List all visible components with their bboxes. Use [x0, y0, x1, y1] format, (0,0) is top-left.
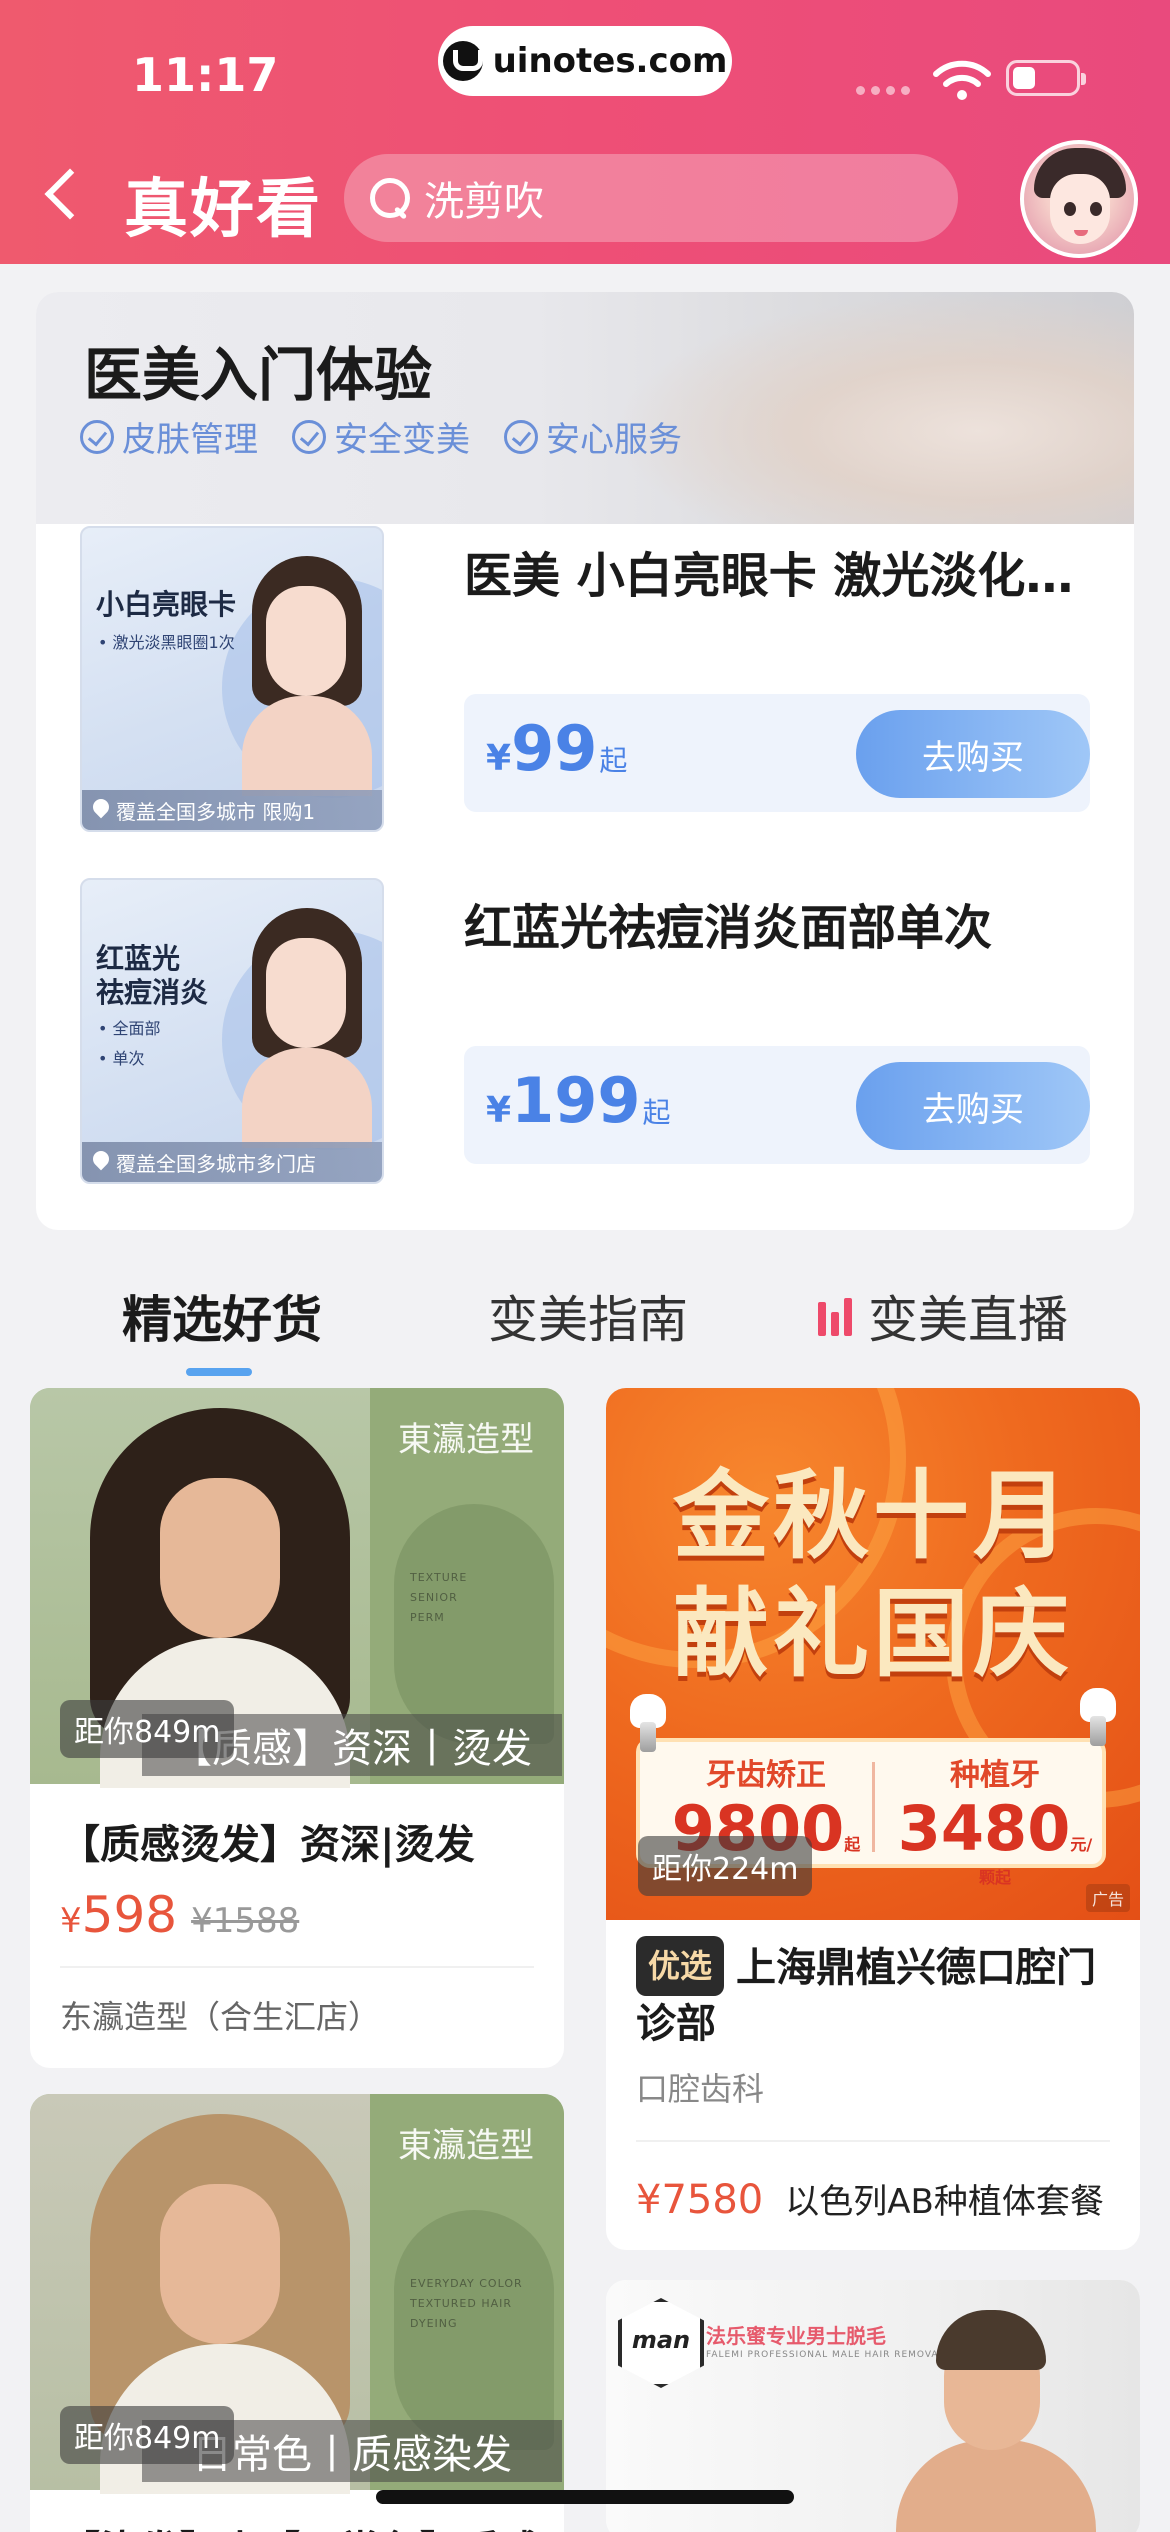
promo-image: 金秋十月 献礼国庆 牙齿矫正 9800起 种植牙 3480元/颗起 距你224m… [606, 1388, 1140, 1920]
divider [636, 2140, 1110, 2142]
card-title: 【质感烫发】资深|烫发 [60, 1822, 475, 1868]
distance-badge: 距你849m [60, 2406, 235, 2464]
check-circle-icon [292, 419, 326, 454]
entry-tags: 皮肤管理 安全变美 安心服务 [80, 412, 682, 461]
card-photo: 東瀛造型 EVERYDAY COLOR TEXTURED HAIR DYEING… [30, 2094, 564, 2494]
implant-tooth-icon [1076, 1688, 1120, 1748]
tag-reassured-service: 安心服务 [504, 412, 682, 461]
divider [60, 1966, 534, 1968]
thumb-note: • 激光淡黑眼圈1次 [98, 633, 235, 652]
distance-badge: 距你224m [638, 1836, 813, 1896]
product-name: 医美 小白亮眼卡 激光淡化… [464, 548, 1074, 604]
product-item[interactable]: 小白亮眼卡 • 激光淡黑眼圈1次 覆盖全国多城市 限购1 医美 小白亮眼卡 激光… [80, 526, 1090, 832]
tab-beauty-guide[interactable]: 变美指南 [488, 1280, 688, 1352]
brand-watermark: 東瀛造型 [398, 2126, 534, 2166]
buy-button[interactable]: 去购买 [856, 1062, 1090, 1150]
card-title: 【染发】丨【日常色】质感 [60, 2518, 540, 2532]
buy-button[interactable]: 去购买 [856, 710, 1090, 798]
thumb-title: 小白亮眼卡 [96, 588, 237, 621]
product-price: ¥ 199 起 [486, 1064, 671, 1137]
product-name: 红蓝光祛痘消炎面部单次 [464, 900, 993, 956]
clinic-name: 优选 上海鼎植兴德口腔门诊部 [636, 1936, 1116, 2052]
promo-headline-2: 献礼国庆 [673, 1578, 1073, 1690]
url-text: uinotes.com [492, 41, 728, 81]
clinic-price: ¥7580 [636, 2177, 764, 2223]
feed-tabs: 精选好货 变美指南 变美直播 [0, 1262, 1170, 1382]
beauty-entry-card: 医美入门体验 皮肤管理 安全变美 安心服务 小白亮眼卡 • 激光淡黑眼圈1次 覆… [36, 292, 1134, 1230]
location-pin-icon [92, 1151, 110, 1173]
back-button[interactable] [36, 160, 86, 230]
falemi-logo: man [618, 2298, 704, 2388]
offer-value: 3480 [897, 1792, 1071, 1865]
clinic-price-row: ¥7580 以色列AB种植体套餐 [636, 2174, 1104, 2223]
tab-beauty-live[interactable]: 变美直播 [818, 1280, 1068, 1352]
offer-label: 种植牙 [950, 1758, 1040, 1793]
premium-badge: 优选 [636, 1936, 725, 1996]
card-price: ¥598 ¥1588 [60, 1886, 300, 1944]
shop-name: 东瀛造型（合生汇店） [60, 1998, 381, 2036]
thumb-title: 红蓝光 祛痘消炎 [96, 942, 209, 1009]
page-title: 真好看 [124, 173, 322, 247]
package-name: 以色列AB种植体套餐 [785, 2182, 1104, 2222]
product-price: ¥ 99 起 [486, 712, 628, 785]
feed-card-dental[interactable]: 金秋十月 献礼国庆 牙齿矫正 9800起 种植牙 3480元/颗起 距你224m… [606, 1388, 1140, 2250]
clinic-category: 口腔齿科 [636, 2070, 765, 2108]
tab-label: 变美直播 [868, 1291, 1068, 1349]
live-bars-icon [818, 1296, 854, 1336]
wifi-icon [933, 60, 991, 100]
location-pin-icon [92, 799, 110, 821]
card-photo: 東瀛造型 TEXTURE SENIOR PERM 【质感】资深丨烫发 距你849… [30, 1388, 564, 1788]
battery-icon [1006, 60, 1086, 96]
product-item[interactable]: 红蓝光 祛痘消炎 • 全面部 • 单次 覆盖全国多城市多门店 红蓝光祛痘消炎面部… [80, 878, 1090, 1184]
price-bar: ¥ 99 起 去购买 [464, 694, 1090, 812]
search-icon [368, 176, 412, 220]
tag-skin-care: 皮肤管理 [80, 412, 258, 461]
tab-featured-goods[interactable]: 精选好货 [122, 1280, 322, 1352]
check-circle-icon [80, 419, 114, 454]
brand-name: 法乐蜜专业男士脱毛 [706, 2324, 886, 2348]
check-circle-icon [504, 419, 538, 454]
original-price: ¥1588 [191, 1901, 300, 1941]
search-input[interactable]: 洗剪吹 [344, 154, 958, 242]
offer-label: 牙齿矫正 [706, 1758, 826, 1793]
entry-title: 医美入门体验 [84, 341, 433, 409]
photo-small-text: EVERYDAY COLOR TEXTURED HAIR DYEING [410, 2277, 523, 2330]
status-time: 11:17 [132, 48, 279, 102]
product-thumbnail: 红蓝光 祛痘消炎 • 全面部 • 单次 覆盖全国多城市多门店 [80, 878, 384, 1184]
thumb-note: • 全面部 • 单次 [98, 1019, 161, 1068]
photo-small-text: TEXTURE SENIOR PERM [410, 1571, 468, 1624]
entry-banner[interactable]: 医美入门体验 皮肤管理 安全变美 安心服务 [36, 292, 1134, 524]
avatar[interactable] [1020, 140, 1138, 258]
price-bar: ¥ 199 起 去购买 [464, 1046, 1090, 1164]
thumb-footer: 覆盖全国多城市多门店 [82, 1142, 382, 1182]
distance-badge: 距你849m [60, 1700, 235, 1758]
home-indicator [376, 2490, 794, 2504]
thumb-footer: 覆盖全国多城市 限购1 [82, 790, 382, 830]
signal-icon [856, 86, 910, 95]
active-tab-indicator [186, 1368, 252, 1376]
top-header: 11:17 uinotes.com 真好看 洗剪吹 [0, 0, 1170, 264]
url-pill: uinotes.com [438, 26, 732, 96]
product-thumbnail: 小白亮眼卡 • 激光淡黑眼圈1次 覆盖全国多城市 限购1 [80, 526, 384, 832]
uinotes-logo-icon [442, 41, 483, 81]
feed-card-perm[interactable]: 東瀛造型 TEXTURE SENIOR PERM 【质感】资深丨烫发 距你849… [30, 1388, 564, 2068]
tag-safe-beauty: 安全变美 [292, 412, 470, 461]
feed-card-dye[interactable]: 東瀛造型 EVERYDAY COLOR TEXTURED HAIR DYEING… [30, 2094, 564, 2532]
search-placeholder: 洗剪吹 [424, 179, 544, 225]
ad-tag: 广告 [1085, 1884, 1130, 1912]
banner-image [614, 292, 1134, 524]
braces-tooth-icon [626, 1694, 670, 1754]
brand-watermark: 東瀛造型 [398, 1420, 534, 1460]
